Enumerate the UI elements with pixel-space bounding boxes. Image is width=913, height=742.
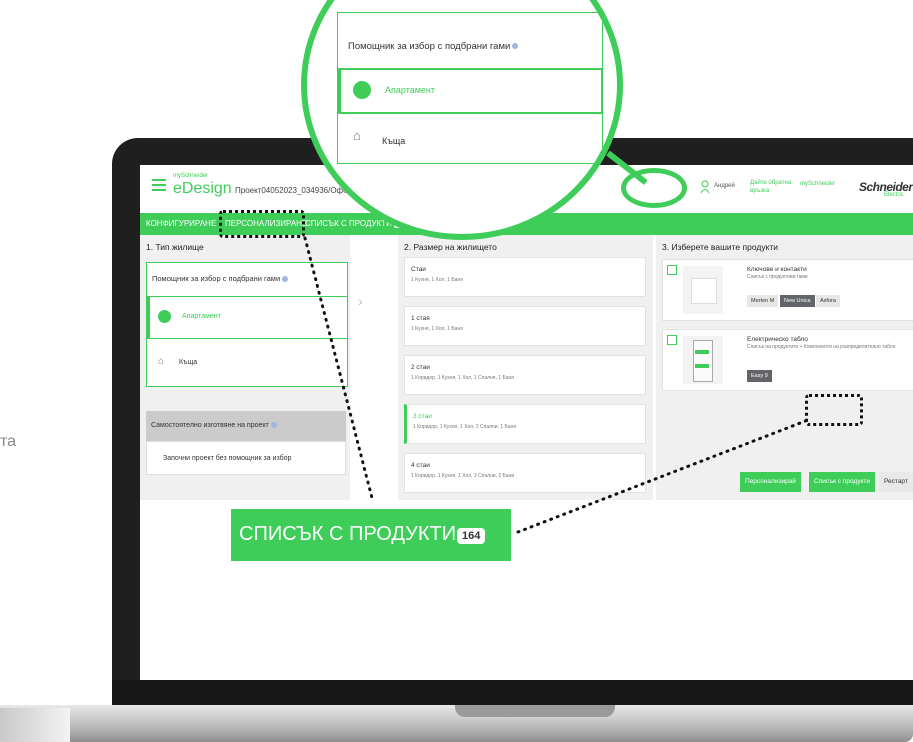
zoom-helper-header: Помощник за избор с подбрани гами xyxy=(337,12,603,68)
size-card[interactable]: 2 стаи 1 Коридор, 1 Кухня, 1 Хол, 1 Спал… xyxy=(404,355,646,395)
zoom-content: Помощник за избор с подбрани гами Апарта… xyxy=(337,12,603,182)
option-apartment-label: Апартамент xyxy=(182,313,221,320)
selfmade-title-text: Самостоятелно изготвяне на проект xyxy=(151,422,269,429)
zoom-option-house-label: Къща xyxy=(382,136,406,146)
size-title: 1 стая xyxy=(411,315,430,322)
callout-label: СПИСЪК С ПРОДУКТИ xyxy=(239,523,457,545)
chip-asfora[interactable]: Asfora xyxy=(816,295,840,307)
chevron-right-icon: › xyxy=(358,293,363,309)
size-title: Стаи xyxy=(411,266,426,273)
product-desc: Списък с продуктови гами xyxy=(747,274,808,280)
product-card-switches[interactable]: Ключове и контакти Списък с продуктови г… xyxy=(662,259,913,321)
products-panel: 3. Изберете вашите продукти Ключове и ко… xyxy=(656,235,913,500)
laptop-base-edge xyxy=(0,708,70,742)
hamburger-menu-icon[interactable] xyxy=(152,179,166,191)
panel-product-image xyxy=(683,336,723,384)
schneider-logo-sub: Electric xyxy=(884,192,904,198)
callout-count-badge: 164 xyxy=(457,528,486,544)
size-card[interactable]: 1 стая 1 Кухня, 1 Хол, 1 Баня xyxy=(404,306,646,346)
dwelling-type-title: 1. Тип жилище xyxy=(146,242,204,252)
size-card[interactable]: 4 стаи 1 Коридор, 1 Кухня, 1 Хол, 3 Спал… xyxy=(404,453,646,493)
start-without-helper-label: Започни проект без помощник за избор xyxy=(163,455,292,462)
restart-button[interactable]: Рестарт xyxy=(879,472,913,492)
helper-box: Помощник за избор с подбрани гами Апарта… xyxy=(146,262,348,387)
chip-merten-m[interactable]: Merten M xyxy=(747,295,779,307)
size-title: 2 стаи xyxy=(411,364,430,371)
apartment-icon xyxy=(353,81,371,99)
selfmade-title: Самостоятелно изготвяне на проект xyxy=(151,422,277,429)
myschneider-link[interactable]: mySchneider xyxy=(800,181,835,187)
size-title: 3 стаи xyxy=(413,413,432,420)
product-card-panel[interactable]: Електрическо табло Списък на продуктите … xyxy=(662,329,913,391)
nav-highlight-box xyxy=(219,210,305,238)
selfmade-header: Самостоятелно изготвяне на проект xyxy=(146,411,346,441)
house-icon: ⌂ xyxy=(353,128,361,143)
tab-product-list-label: СПИСЪК С ПРОДУКТИ xyxy=(305,219,392,228)
laptop-screen: mySchneider eDesign Проект04052023_03493… xyxy=(140,165,913,680)
size-desc: 1 Кухня, 1 Хол, 1 Баня xyxy=(411,277,463,283)
option-apartment[interactable]: Апартамент xyxy=(147,297,347,339)
size-desc: 1 Коридор, 1 Кухня, 1 Хол, 2 Спални, 1 Б… xyxy=(413,424,517,430)
feedback-link[interactable]: Дайте обратна връзка xyxy=(750,179,800,195)
size-card[interactable]: Стаи 1 Кухня, 1 Хол, 1 Баня xyxy=(404,257,646,297)
info-icon xyxy=(512,43,519,50)
products-title: 3. Изберете вашите продукти xyxy=(662,242,779,252)
size-desc: 1 Коридор, 1 Кухня, 1 Хол, 1 Спалня, 1 Б… xyxy=(411,375,514,381)
checkbox[interactable] xyxy=(667,265,677,275)
info-icon[interactable] xyxy=(282,276,289,283)
dwelling-size-panel: 2. Размер на жилището Стаи 1 Кухня, 1 Хо… xyxy=(398,235,653,500)
chip-easy-9[interactable]: Easy 9 xyxy=(747,370,772,382)
product-list-highlight-box xyxy=(805,394,863,426)
product-list-button[interactable]: Списък с продукти xyxy=(809,472,876,492)
info-icon[interactable] xyxy=(270,422,277,429)
zoom-target-ellipse xyxy=(621,168,687,208)
zoom-helper-title-text: Помощник за избор с подбрани гами xyxy=(348,41,511,52)
product-desc: Списък на продуктите + Компоненти на раз… xyxy=(747,344,896,350)
product-title: Електрическо табло xyxy=(747,336,808,343)
zoom-option-house: ⌂ Къща xyxy=(337,114,603,164)
zoom-helper-title: Помощник за избор с подбрани гами xyxy=(348,41,519,52)
helper-title-text: Помощник за избор с подбрани гами xyxy=(152,274,281,283)
option-house[interactable]: ⌂ Къща xyxy=(147,341,347,385)
stray-cropped-text: та xyxy=(0,433,17,450)
brand-name[interactable]: eDesign xyxy=(173,180,232,198)
laptop-notch xyxy=(455,705,615,717)
switch-product-image xyxy=(683,266,723,314)
size-title: 4 стаи xyxy=(411,462,430,469)
house-icon: ⌂ xyxy=(158,356,165,367)
product-list-callout: СПИСЪК С ПРОДУКТИ 164 xyxy=(231,509,511,561)
helper-header: Помощник за избор с подбрани гами xyxy=(147,263,347,297)
brand-small: mySchneider xyxy=(173,173,209,179)
zoom-option-apartment-label: Апартамент xyxy=(385,85,436,95)
dwelling-type-panel: 1. Тип жилище Помощник за избор с подбра… xyxy=(140,235,350,500)
size-desc: 1 Коридор, 1 Кухня, 1 Хол, 3 Спални, 2 Б… xyxy=(411,473,515,479)
checkbox[interactable] xyxy=(667,335,677,345)
apartment-icon xyxy=(158,310,171,323)
start-without-helper-button[interactable]: Започни проект без помощник за избор xyxy=(146,441,346,475)
zoom-option-apartment: Апартамент xyxy=(337,68,603,114)
chip-new-unica[interactable]: New Unica xyxy=(780,295,815,307)
personalize-button[interactable]: Персонализирай xyxy=(740,472,801,492)
user-name[interactable]: Андрей xyxy=(714,183,735,189)
product-title: Ключове и контакти xyxy=(747,266,807,273)
user-icon[interactable] xyxy=(700,180,710,194)
size-desc: 1 Кухня, 1 Хол, 1 Баня xyxy=(411,326,463,332)
size-card-selected[interactable]: 3 стаи 1 Коридор, 1 Кухня, 1 Хол, 2 Спал… xyxy=(404,404,646,444)
tab-configure[interactable]: КОНФИГУРИРАНЕ xyxy=(146,219,216,228)
dwelling-size-title: 2. Размер на жилището xyxy=(404,242,497,252)
helper-title: Помощник за избор с подбрани гами xyxy=(152,274,289,283)
option-house-label: Къща xyxy=(179,359,198,366)
